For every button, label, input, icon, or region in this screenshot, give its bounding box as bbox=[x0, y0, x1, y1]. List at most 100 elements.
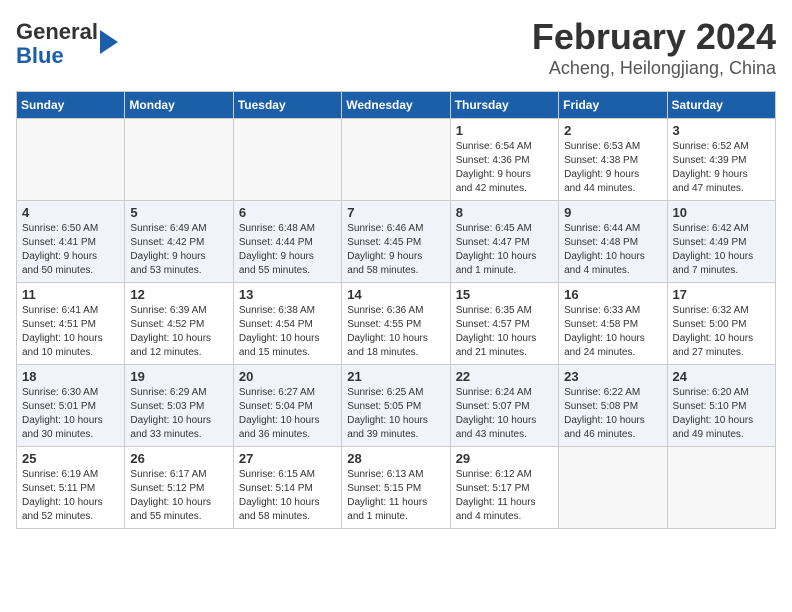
calendar-cell: 27Sunrise: 6:15 AM Sunset: 5:14 PM Dayli… bbox=[233, 447, 341, 529]
day-number: 10 bbox=[673, 205, 770, 220]
calendar-cell bbox=[342, 119, 450, 201]
day-info: Sunrise: 6:44 AM Sunset: 4:48 PM Dayligh… bbox=[564, 222, 661, 278]
day-info: Sunrise: 6:32 AM Sunset: 5:00 PM Dayligh… bbox=[673, 304, 770, 360]
calendar-cell: 20 Sunrise: 6:27 AM Sunset: 5:04 PM Dayli… bbox=[233, 365, 341, 447]
day-info: Sunrise: 6:20 AM Sunset: 5:10 PM Dayligh… bbox=[673, 386, 770, 442]
month-title: February 2024 bbox=[532, 16, 776, 58]
day-number: 5 bbox=[130, 205, 227, 220]
calendar-cell: 5 Sunrise: 6:49 AM Sunset: 4:42 PM Daylig… bbox=[125, 201, 233, 283]
calendar-cell: 24 Sunrise: 6:20 AM Sunset: 5:10 PM Dayli… bbox=[667, 365, 775, 447]
day-number: 12 bbox=[130, 287, 227, 302]
page-header: General Blue February 2024 Acheng, Heilo… bbox=[16, 16, 776, 79]
day-number: 9 bbox=[564, 205, 661, 220]
calendar-cell: 12 Sunrise: 6:39 AM Sunset: 4:52 PM Dayli… bbox=[125, 283, 233, 365]
logo: General Blue bbox=[16, 20, 118, 68]
day-info: Sunrise: 6:42 AM Sunset: 4:49 PM Dayligh… bbox=[673, 222, 770, 278]
calendar-cell: 28Sunrise: 6:13 AM Sunset: 5:15 PM Dayli… bbox=[342, 447, 450, 529]
col-header-wednesday: Wednesday bbox=[342, 92, 450, 119]
calendar-cell bbox=[559, 447, 667, 529]
day-number: 1 bbox=[456, 123, 553, 138]
logo-arrow-icon bbox=[100, 30, 118, 54]
calendar-cell: 9 Sunrise: 6:44 AM Sunset: 4:48 PM Daylig… bbox=[559, 201, 667, 283]
col-header-saturday: Saturday bbox=[667, 92, 775, 119]
calendar-cell bbox=[125, 119, 233, 201]
calendar-cell bbox=[667, 447, 775, 529]
day-info: Sunrise: 6:22 AM Sunset: 5:08 PM Dayligh… bbox=[564, 386, 661, 442]
day-info: Sunrise: 6:27 AM Sunset: 5:04 PM Dayligh… bbox=[239, 386, 336, 442]
calendar-cell: 2 Sunrise: 6:53 AM Sunset: 4:38 PM Daylig… bbox=[559, 119, 667, 201]
calendar-cell: 22 Sunrise: 6:24 AM Sunset: 5:07 PM Dayli… bbox=[450, 365, 558, 447]
day-info: Sunrise: 6:50 AM Sunset: 4:41 PM Dayligh… bbox=[22, 222, 119, 278]
day-number: 6 bbox=[239, 205, 336, 220]
calendar-table: SundayMondayTuesdayWednesdayThursdayFrid… bbox=[16, 91, 776, 529]
title-block: February 2024 Acheng, Heilongjiang, Chin… bbox=[532, 16, 776, 79]
calendar-cell: 10 Sunrise: 6:42 AM Sunset: 4:49 PM Dayli… bbox=[667, 201, 775, 283]
day-number: 27 bbox=[239, 451, 336, 466]
day-info: Sunrise: 6:36 AM Sunset: 4:55 PM Dayligh… bbox=[347, 304, 444, 360]
day-info: Sunrise: 6:45 AM Sunset: 4:47 PM Dayligh… bbox=[456, 222, 553, 278]
location-title: Acheng, Heilongjiang, China bbox=[532, 58, 776, 79]
day-number: 22 bbox=[456, 369, 553, 384]
day-number: 29 bbox=[456, 451, 553, 466]
day-number: 11 bbox=[22, 287, 119, 302]
col-header-friday: Friday bbox=[559, 92, 667, 119]
day-number: 24 bbox=[673, 369, 770, 384]
day-info: Sunrise: 6:12 AM Sunset: 5:17 PM Dayligh… bbox=[456, 468, 553, 524]
calendar-cell: 13 Sunrise: 6:38 AM Sunset: 4:54 PM Dayli… bbox=[233, 283, 341, 365]
calendar-cell: 29 Sunrise: 6:12 AM Sunset: 5:17 PM Dayli… bbox=[450, 447, 558, 529]
calendar-cell: 14 Sunrise: 6:36 AM Sunset: 4:55 PM Dayli… bbox=[342, 283, 450, 365]
calendar-cell: 21 Sunrise: 6:25 AM Sunset: 5:05 PM Dayli… bbox=[342, 365, 450, 447]
day-info: Sunrise: 6:35 AM Sunset: 4:57 PM Dayligh… bbox=[456, 304, 553, 360]
day-number: 21 bbox=[347, 369, 444, 384]
day-number: 13 bbox=[239, 287, 336, 302]
calendar-cell: 8 Sunrise: 6:45 AM Sunset: 4:47 PM Daylig… bbox=[450, 201, 558, 283]
day-info: Sunrise: 6:33 AM Sunset: 4:58 PM Dayligh… bbox=[564, 304, 661, 360]
day-number: 16 bbox=[564, 287, 661, 302]
calendar-cell bbox=[17, 119, 125, 201]
day-number: 28 bbox=[347, 451, 444, 466]
calendar-cell: 7 Sunrise: 6:46 AM Sunset: 4:45 PM Daylig… bbox=[342, 201, 450, 283]
day-info: Sunrise: 6:30 AM Sunset: 5:01 PM Dayligh… bbox=[22, 386, 119, 442]
logo-blue: Blue bbox=[16, 43, 64, 68]
col-header-thursday: Thursday bbox=[450, 92, 558, 119]
day-number: 17 bbox=[673, 287, 770, 302]
calendar-cell: 11Sunrise: 6:41 AM Sunset: 4:51 PM Dayli… bbox=[17, 283, 125, 365]
day-number: 7 bbox=[347, 205, 444, 220]
calendar-cell: 25 Sunrise: 6:19 AM Sunset: 5:11 PM Dayli… bbox=[17, 447, 125, 529]
day-number: 19 bbox=[130, 369, 227, 384]
calendar-cell: 6 Sunrise: 6:48 AM Sunset: 4:44 PM Daylig… bbox=[233, 201, 341, 283]
calendar-cell: 4 Sunrise: 6:50 AM Sunset: 4:41 PM Daylig… bbox=[17, 201, 125, 283]
day-info: Sunrise: 6:29 AM Sunset: 5:03 PM Dayligh… bbox=[130, 386, 227, 442]
day-info: Sunrise: 6:19 AM Sunset: 5:11 PM Dayligh… bbox=[22, 468, 119, 524]
day-number: 18 bbox=[22, 369, 119, 384]
day-number: 8 bbox=[456, 205, 553, 220]
day-number: 2 bbox=[564, 123, 661, 138]
day-info: Sunrise: 6:48 AM Sunset: 4:44 PM Dayligh… bbox=[239, 222, 336, 278]
day-info: Sunrise: 6:17 AM Sunset: 5:12 PM Dayligh… bbox=[130, 468, 227, 524]
day-number: 20 bbox=[239, 369, 336, 384]
day-info: Sunrise: 6:39 AM Sunset: 4:52 PM Dayligh… bbox=[130, 304, 227, 360]
col-header-sunday: Sunday bbox=[17, 92, 125, 119]
day-info: Sunrise: 6:53 AM Sunset: 4:38 PM Dayligh… bbox=[564, 140, 661, 196]
calendar-cell: 1 Sunrise: 6:54 AM Sunset: 4:36 PM Daylig… bbox=[450, 119, 558, 201]
calendar-cell: 3Sunrise: 6:52 AM Sunset: 4:39 PM Daylig… bbox=[667, 119, 775, 201]
day-info: Sunrise: 6:25 AM Sunset: 5:05 PM Dayligh… bbox=[347, 386, 444, 442]
day-number: 26 bbox=[130, 451, 227, 466]
logo-general: General bbox=[16, 19, 98, 44]
day-info: Sunrise: 6:52 AM Sunset: 4:39 PM Dayligh… bbox=[673, 140, 770, 196]
calendar-cell: 23Sunrise: 6:22 AM Sunset: 5:08 PM Dayli… bbox=[559, 365, 667, 447]
day-number: 4 bbox=[22, 205, 119, 220]
day-info: Sunrise: 6:54 AM Sunset: 4:36 PM Dayligh… bbox=[456, 140, 553, 196]
calendar-cell: 18 Sunrise: 6:30 AM Sunset: 5:01 PM Dayli… bbox=[17, 365, 125, 447]
calendar-cell bbox=[233, 119, 341, 201]
calendar-cell: 17 Sunrise: 6:32 AM Sunset: 5:00 PM Dayli… bbox=[667, 283, 775, 365]
col-header-tuesday: Tuesday bbox=[233, 92, 341, 119]
day-info: Sunrise: 6:24 AM Sunset: 5:07 PM Dayligh… bbox=[456, 386, 553, 442]
day-info: Sunrise: 6:49 AM Sunset: 4:42 PM Dayligh… bbox=[130, 222, 227, 278]
day-info: Sunrise: 6:46 AM Sunset: 4:45 PM Dayligh… bbox=[347, 222, 444, 278]
day-number: 14 bbox=[347, 287, 444, 302]
day-number: 25 bbox=[22, 451, 119, 466]
day-info: Sunrise: 6:38 AM Sunset: 4:54 PM Dayligh… bbox=[239, 304, 336, 360]
calendar-cell: 26 Sunrise: 6:17 AM Sunset: 5:12 PM Dayli… bbox=[125, 447, 233, 529]
day-number: 15 bbox=[456, 287, 553, 302]
